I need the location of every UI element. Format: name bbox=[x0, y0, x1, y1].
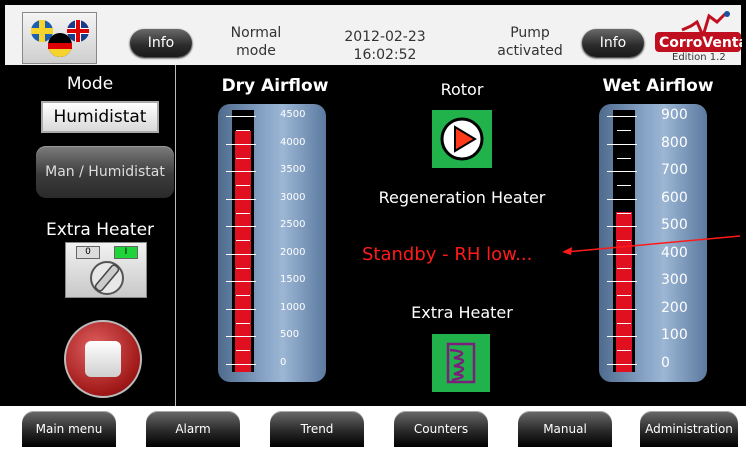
dry-airflow-tick bbox=[226, 116, 256, 117]
wet-airflow-tick bbox=[607, 171, 637, 172]
dry-airflow-minor-tick bbox=[236, 295, 250, 296]
dry-airflow-tick-label: 1000 bbox=[280, 302, 306, 313]
dry-airflow-minor-tick bbox=[236, 185, 250, 186]
dry-airflow-tick-label: 1500 bbox=[280, 274, 306, 285]
dry-airflow-scale: 4500 4000 3500 3000 2500 2000 1500 1000 500 0 bbox=[226, 109, 305, 368]
dry-airflow-minor-tick bbox=[236, 268, 250, 269]
dry-airflow-tick bbox=[226, 171, 256, 172]
info-button-right[interactable]: Info bbox=[582, 29, 644, 57]
wet-airflow-tick bbox=[607, 281, 637, 282]
time-text: 16:02:52 bbox=[353, 47, 417, 63]
nav-administration[interactable]: Administration bbox=[640, 411, 738, 447]
dry-airflow-tick bbox=[226, 281, 256, 282]
rotor-label: Rotor bbox=[440, 80, 484, 99]
wet-airflow-minor-tick bbox=[617, 295, 631, 296]
dry-airflow-tick bbox=[226, 336, 256, 337]
dry-airflow-tick-label: 3000 bbox=[280, 192, 306, 203]
wet-airflow-minor-tick bbox=[617, 158, 631, 159]
mode-label: Mode bbox=[66, 74, 114, 94]
extra-heater-label: Extra Heater bbox=[45, 220, 155, 240]
dry-airflow-gauge: 4500 4000 3500 3000 2500 2000 1500 1000 500 0 bbox=[218, 104, 326, 382]
rotor-status bbox=[432, 110, 492, 168]
humidistat-button[interactable]: Humidistat bbox=[41, 101, 159, 133]
dry-airflow-tick bbox=[226, 309, 256, 310]
mode-status-line1: Normal bbox=[230, 25, 282, 41]
regeneration-heater-label: Regeneration Heater bbox=[378, 188, 546, 207]
mode-status-line2: mode bbox=[236, 43, 276, 59]
wet-airflow-tick-label: 200 bbox=[661, 300, 688, 316]
dry-airflow-tick-label: 500 bbox=[280, 329, 300, 340]
dry-airflow-title: Dry Airflow bbox=[221, 76, 329, 96]
mode-status: Normal mode bbox=[216, 24, 296, 60]
wet-airflow-tick bbox=[607, 116, 637, 117]
dry-airflow-tick-label: 2000 bbox=[280, 247, 306, 258]
wet-airflow-title: Wet Airflow bbox=[602, 76, 714, 96]
rotor-running-icon bbox=[440, 117, 484, 161]
wet-airflow-tick-label: 0 bbox=[661, 355, 670, 371]
nav-counters[interactable]: Counters bbox=[394, 411, 488, 447]
nav-manual[interactable]: Manual bbox=[518, 411, 612, 447]
wet-airflow-tick-label: 900 bbox=[661, 107, 688, 123]
regeneration-status-text: Standby - RH low... bbox=[362, 244, 533, 265]
stop-button[interactable] bbox=[64, 320, 142, 398]
wet-airflow-tick bbox=[607, 144, 637, 145]
wet-airflow-tick-label: 100 bbox=[661, 327, 688, 343]
extra-heater-center-label: Extra Heater bbox=[411, 303, 513, 322]
heater-coil-icon bbox=[446, 342, 476, 384]
date-text: 2012-02-23 bbox=[344, 29, 426, 45]
pump-status-line2: activated bbox=[497, 43, 563, 59]
dry-airflow-tick-label: 0 bbox=[280, 357, 287, 368]
wet-airflow-minor-tick bbox=[617, 268, 631, 269]
dry-airflow-tick bbox=[226, 144, 256, 145]
wet-airflow-tick-label: 300 bbox=[661, 272, 688, 288]
wet-airflow-tick-label: 700 bbox=[661, 162, 688, 178]
dry-airflow-tick bbox=[226, 254, 256, 255]
hmi-screen: Info Normal mode 2012-02-23 16:02:52 Pum… bbox=[0, 0, 746, 452]
extra-heater-status bbox=[432, 334, 490, 392]
nav-main-menu[interactable]: Main menu bbox=[22, 411, 116, 447]
info-button-left[interactable]: Info bbox=[130, 29, 192, 57]
dry-airflow-minor-tick bbox=[236, 213, 250, 214]
wet-airflow-tick bbox=[607, 199, 637, 200]
wet-airflow-tick bbox=[607, 336, 637, 337]
switch-off-indicator: 0 bbox=[76, 246, 100, 259]
language-button[interactable] bbox=[22, 12, 97, 64]
wet-airflow-minor-tick bbox=[617, 323, 631, 324]
status-arrow bbox=[562, 235, 741, 255]
dry-airflow-tick-label: 2500 bbox=[280, 219, 306, 230]
stop-icon bbox=[85, 341, 121, 377]
extra-heater-switch[interactable]: 0 I bbox=[65, 242, 147, 298]
datetime: 2012-02-23 16:02:52 bbox=[340, 28, 430, 64]
wet-airflow-minor-tick bbox=[617, 213, 631, 214]
pump-status-line1: Pump bbox=[510, 25, 550, 41]
wet-airflow-tick-label: 600 bbox=[661, 190, 688, 206]
dry-airflow-tick bbox=[226, 226, 256, 227]
dry-airflow-tick bbox=[226, 199, 256, 200]
language-flags-icon bbox=[31, 20, 89, 57]
nav-alarm[interactable]: Alarm bbox=[146, 411, 240, 447]
man-humidistat-button[interactable]: Man / Humidistat bbox=[36, 146, 174, 198]
dry-airflow-tick-label: 4500 bbox=[280, 109, 306, 120]
wet-airflow-tick-label: 800 bbox=[661, 135, 688, 151]
wet-airflow-tick bbox=[607, 309, 637, 310]
svg-text:CorroVenta: CorroVenta bbox=[659, 35, 742, 51]
dry-airflow-minor-tick bbox=[236, 240, 250, 241]
dry-airflow-tick-label: 3500 bbox=[280, 164, 306, 175]
wet-airflow-minor-tick bbox=[617, 350, 631, 351]
dry-airflow-minor-tick bbox=[236, 350, 250, 351]
nav-trend[interactable]: Trend bbox=[270, 411, 364, 447]
wet-airflow-minor-tick bbox=[617, 130, 631, 131]
wet-airflow-minor-tick bbox=[617, 185, 631, 186]
dry-airflow-tick bbox=[226, 364, 256, 365]
pump-status: Pump activated bbox=[490, 24, 570, 60]
dry-airflow-tick-label: 4000 bbox=[280, 137, 306, 148]
rotary-switch-icon bbox=[90, 261, 124, 295]
dry-airflow-minor-tick bbox=[236, 158, 250, 159]
wet-airflow-tick bbox=[607, 364, 637, 365]
dry-airflow-minor-tick bbox=[236, 323, 250, 324]
edition-label: Edition 1.2 bbox=[672, 52, 726, 63]
dry-airflow-minor-tick bbox=[236, 130, 250, 131]
switch-on-indicator: I bbox=[114, 246, 138, 259]
